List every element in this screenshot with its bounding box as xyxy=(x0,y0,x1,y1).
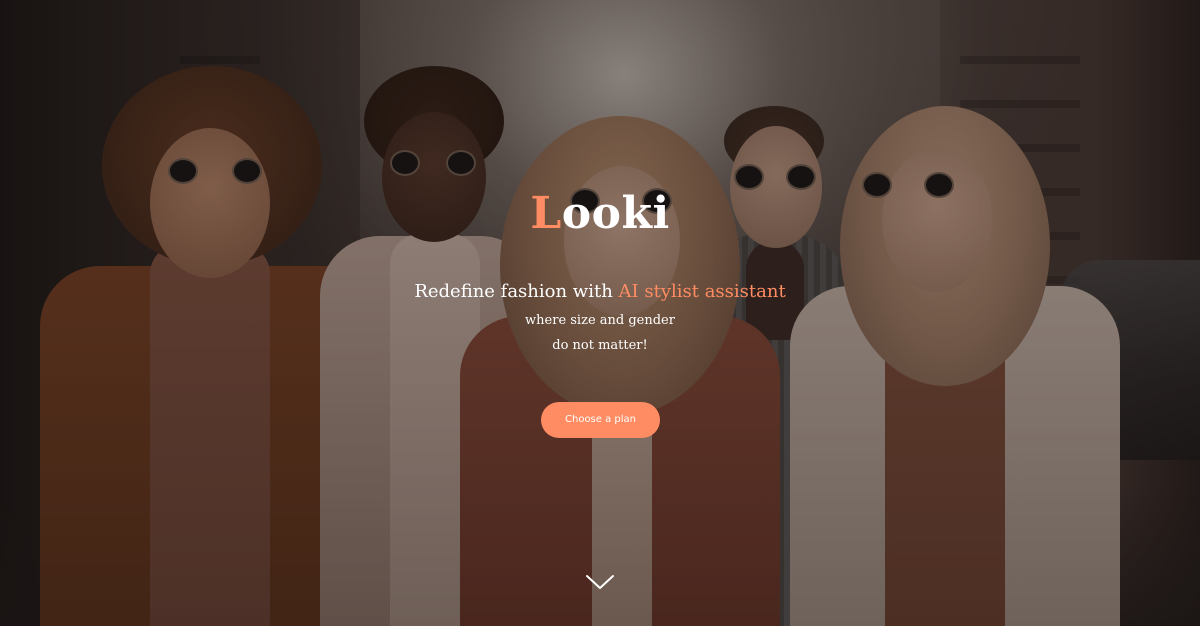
hero-section: Looki Redefine fashion with AI stylist a… xyxy=(0,0,1200,626)
logo-letter-accent: L xyxy=(530,188,562,239)
tagline-text: Redefine fashion with xyxy=(414,281,619,302)
logo-text: ooki xyxy=(561,188,670,239)
hero-tagline: Redefine fashion with AI stylist assista… xyxy=(0,281,1200,302)
hero-subline-2: do not matter! xyxy=(552,338,648,353)
hero-content: Looki Redefine fashion with AI stylist a… xyxy=(0,0,1200,626)
choose-plan-button[interactable]: Choose a plan xyxy=(541,402,660,438)
logo[interactable]: Looki xyxy=(0,188,1200,239)
chevron-down-icon[interactable] xyxy=(583,570,617,594)
tagline-highlight: AI stylist assistant xyxy=(618,281,786,302)
hero-subline-1: where size and gender xyxy=(525,313,675,328)
